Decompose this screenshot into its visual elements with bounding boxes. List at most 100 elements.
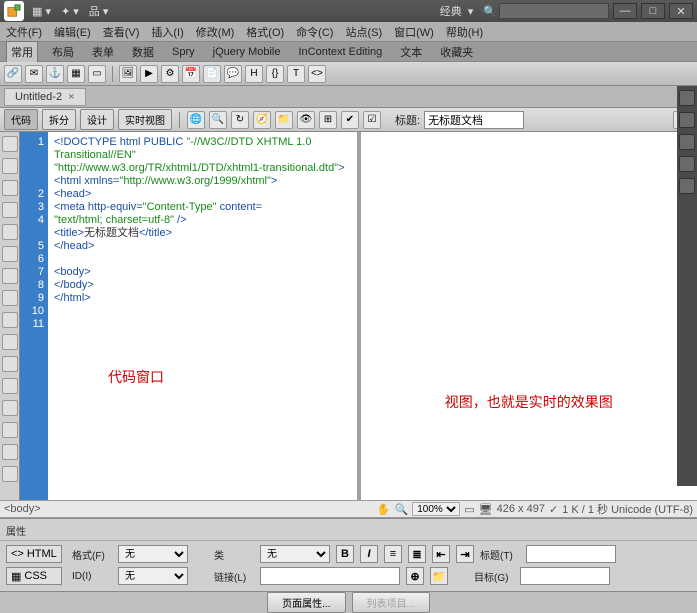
css-mode-button[interactable]: ▦CSS [6,567,62,585]
doc-tab[interactable]: Untitled-2 × [4,88,86,106]
close-button[interactable]: ✕ [669,3,693,19]
tag-icon[interactable]: <> [308,65,326,83]
dimensions-label[interactable]: 426 x 497 [497,503,545,515]
menu-commands[interactable]: 命令(C) [296,24,333,40]
visual-aids-icon[interactable]: ⊞ [319,111,337,129]
workspace-label[interactable]: 经典 [440,3,462,19]
zoom-select[interactable]: 100% [412,502,460,516]
close-tab-icon[interactable]: × [68,91,74,103]
tab-favorites[interactable]: 收藏夹 [436,42,477,62]
tag-selector[interactable]: <body> [4,503,41,515]
class-select[interactable]: 无 [260,545,330,563]
inspect-icon[interactable]: 🔍 [209,111,227,129]
id-select[interactable]: 无 [118,567,188,585]
open-docs-icon[interactable] [2,136,18,152]
email-icon[interactable]: ✉ [25,65,43,83]
move-css-icon[interactable] [2,400,18,416]
tab-layout[interactable]: 布局 [48,42,78,62]
ul-button[interactable]: ≡ [384,545,402,563]
code-text[interactable]: <!DOCTYPE html PUBLIC "-//W3C//DTD XHTML… [48,132,357,500]
bold-button[interactable]: B [336,545,354,563]
menu-window[interactable]: 窗口(W) [394,24,434,40]
ssi-icon[interactable]: 📄 [203,65,221,83]
expand-icon[interactable] [2,180,18,196]
design-view-button[interactable]: 设计 [80,109,114,130]
browser-nav-icon[interactable]: 🧭 [253,111,271,129]
target-input[interactable] [520,567,610,585]
zoom-tool-icon[interactable]: 🔍 [395,503,409,516]
table-icon[interactable]: ▦ [67,65,85,83]
image-icon[interactable]: 🖼 [119,65,137,83]
anchor-icon[interactable]: ⚓ [46,65,64,83]
outdent-button[interactable]: ⇤ [432,545,450,563]
minimize-button[interactable]: — [613,3,637,19]
widget-icon[interactable]: ⚙ [161,65,179,83]
live-view-button[interactable]: 实时视图 [118,109,172,130]
outdent-icon[interactable] [2,444,18,460]
collapse-icon[interactable] [2,158,18,174]
tab-jquery[interactable]: jQuery Mobile [209,44,285,60]
menu-help[interactable]: 帮助(H) [446,24,483,40]
link-input[interactable] [260,567,400,585]
validate-icon[interactable]: ✔ [341,111,359,129]
syntax-error-icon[interactable] [2,290,18,306]
italic-button[interactable]: I [360,545,378,563]
ap-elements-icon[interactable] [679,112,695,128]
comment-icon[interactable]: 💬 [224,65,242,83]
media-icon[interactable]: ▶ [140,65,158,83]
menu-view[interactable]: 查看(V) [103,24,140,40]
design-pane[interactable]: 视图，也就是实时的效果图 [361,132,697,500]
live-code-icon[interactable]: 🌐 [187,111,205,129]
format-select[interactable]: 无 [118,545,188,563]
extend-menu-icon[interactable]: ✦ ▾ [61,5,79,18]
templates-icon[interactable]: T [287,65,305,83]
ol-button[interactable]: ≣ [408,545,426,563]
css-panel-icon[interactable] [679,90,695,106]
balance-braces-icon[interactable] [2,224,18,240]
layout-menu-icon[interactable]: ▦ ▾ [32,5,51,18]
menu-modify[interactable]: 修改(M) [196,24,235,40]
screen-icon[interactable]: 🖥 [479,503,493,516]
search-input[interactable] [499,3,609,19]
page-properties-button[interactable]: 页面属性... [267,592,345,613]
tab-forms[interactable]: 表单 [88,42,118,62]
highlight-icon[interactable] [2,268,18,284]
preview-browser-icon[interactable]: 👁 [297,111,315,129]
file-mgmt-icon[interactable]: 📁 [275,111,293,129]
menu-edit[interactable]: 编辑(E) [54,24,91,40]
business-catalyst-icon[interactable] [679,134,695,150]
tab-common[interactable]: 常用 [6,41,38,62]
remove-comment-icon[interactable] [2,334,18,350]
browse-icon[interactable]: 📁 [430,567,448,585]
hand-tool-icon[interactable]: ✋ [377,503,391,516]
list-item-button[interactable]: 列表项目... [352,592,430,613]
refresh-icon[interactable]: ↻ [231,111,249,129]
format-source-icon[interactable] [2,466,18,482]
code-view-button[interactable]: 代码 [4,109,38,130]
split-view-button[interactable]: 拆分 [42,109,76,130]
script-icon[interactable]: {} [266,65,284,83]
menu-insert[interactable]: 插入(I) [151,24,183,40]
head-icon[interactable]: H [245,65,263,83]
apply-comment-icon[interactable] [2,312,18,328]
site-menu-icon[interactable]: 品 ▾ [89,3,109,19]
maximize-button[interactable]: □ [641,3,665,19]
menu-format[interactable]: 格式(O) [246,24,284,40]
point-to-file-icon[interactable]: ⊕ [406,567,424,585]
select-parent-icon[interactable] [2,202,18,218]
html-mode-button[interactable]: <>HTML [6,545,62,563]
workspace-dropdown-icon[interactable]: ▾ [468,5,474,18]
code-pane[interactable]: 1 2 3 4 5 6 7 8 9 10 11 <!DOCTYPE html P… [20,132,361,500]
tab-data[interactable]: 数据 [128,42,158,62]
assets-panel-icon[interactable] [679,178,695,194]
tab-incontext[interactable]: InContext Editing [294,44,386,60]
hyperlink-icon[interactable]: 🔗 [4,65,22,83]
indent-button[interactable]: ⇥ [456,545,474,563]
tab-text[interactable]: 文本 [396,42,426,62]
files-panel-icon[interactable] [679,156,695,172]
wrap-tag-icon[interactable] [2,356,18,372]
div-icon[interactable]: ▭ [88,65,106,83]
title-attr-input[interactable] [526,545,616,563]
title-input[interactable] [424,111,524,129]
check-icon[interactable]: ☑ [363,111,381,129]
